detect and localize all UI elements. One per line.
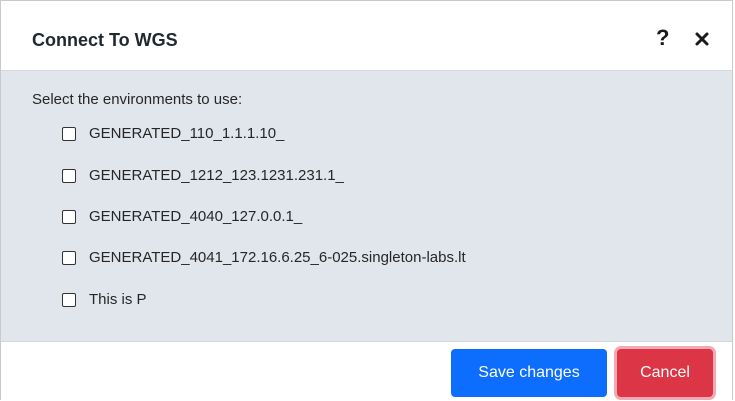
close-icon[interactable] xyxy=(694,31,710,47)
environment-option[interactable]: This is P xyxy=(62,290,147,310)
environment-checkbox[interactable] xyxy=(62,210,76,224)
environment-checkbox[interactable] xyxy=(62,169,76,183)
environments-prompt: Select the environments to use: xyxy=(32,91,243,108)
environment-option[interactable]: GENERATED_1212_123.1231.231.1_ xyxy=(62,166,344,186)
help-icon[interactable]: ? xyxy=(656,26,669,50)
environment-checkbox[interactable] xyxy=(62,293,76,307)
environment-label: GENERATED_4040_127.0.0.1_ xyxy=(89,208,303,225)
dialog-header: Connect To WGS ? xyxy=(1,1,732,71)
dialog-footer: Save changes Cancel xyxy=(1,342,732,401)
environment-label: GENERATED_1212_123.1231.231.1_ xyxy=(89,167,344,184)
environment-option[interactable]: GENERATED_4040_127.0.0.1_ xyxy=(62,207,302,227)
dialog-title: Connect To WGS xyxy=(32,30,178,50)
environment-checkbox[interactable] xyxy=(62,251,76,265)
environment-option[interactable]: GENERATED_110_1.1.1.10_ xyxy=(62,124,284,144)
dialog-body: Select the environments to use: GENERATE… xyxy=(1,71,732,342)
connect-dialog: Connect To WGS ? Select the environments… xyxy=(0,0,733,401)
environment-label: GENERATED_4041_172.16.6.25_6-025.singlet… xyxy=(89,249,466,266)
environment-label: This is P xyxy=(89,291,147,308)
environment-option[interactable]: GENERATED_4041_172.16.6.25_6-025.singlet… xyxy=(62,248,466,268)
environment-label: GENERATED_110_1.1.1.10_ xyxy=(89,125,285,142)
cancel-button[interactable]: Cancel xyxy=(617,349,713,397)
environment-checkbox[interactable] xyxy=(62,127,76,141)
save-changes-button[interactable]: Save changes xyxy=(451,349,607,397)
